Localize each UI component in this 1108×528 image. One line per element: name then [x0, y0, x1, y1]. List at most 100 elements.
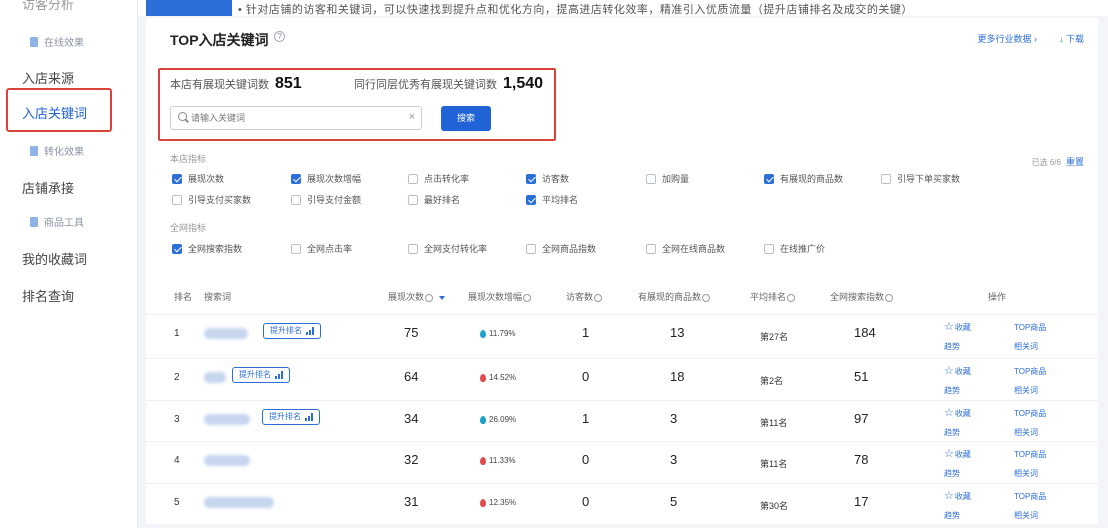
header-search-index[interactable]: 全网搜索指数 [830, 290, 894, 303]
metric-option[interactable]: 引导下单买家数 [881, 172, 960, 185]
star-icon: ☆ [944, 365, 954, 377]
search-button[interactable]: 搜索 [441, 106, 491, 131]
top-product-link[interactable]: TOP商品 [1014, 322, 1046, 333]
sidebar-item-entry-keywords[interactable]: 入店关键词 [6, 88, 112, 132]
boost-rank-tag[interactable]: 提升排名 [262, 409, 320, 425]
sidebar-item-rank-query[interactable]: 排名查询 [22, 286, 74, 305]
checkbox-icon[interactable] [291, 243, 301, 254]
search-index-cell: 184 [854, 325, 876, 340]
header-avg-rank[interactable]: 平均排名 [750, 290, 796, 303]
checkbox-checked-icon[interactable] [291, 173, 301, 184]
table-row: 5 31 12.35% 0 5 第30名 17 ☆收藏 TOP商品 趋势 相关词 [146, 483, 1098, 525]
metric-option[interactable]: 全网点击率 [291, 242, 352, 255]
help-icon [523, 293, 532, 302]
header-products[interactable]: 有展现的商品数 [638, 290, 711, 303]
checkbox-icon[interactable] [172, 194, 182, 205]
star-icon: ☆ [944, 321, 954, 333]
sidebar-item-store-handling[interactable]: 店铺承接 [22, 178, 74, 197]
checkbox-checked-icon[interactable] [764, 173, 774, 184]
trend-link[interactable]: 趋势 [944, 341, 960, 352]
checkbox-checked-icon[interactable] [172, 173, 182, 184]
trend-link[interactable]: 趋势 [944, 385, 960, 396]
products-cell: 3 [670, 411, 678, 426]
sidebar-sub-conversion[interactable]: 转化效果 [30, 143, 84, 158]
related-words-link[interactable]: 相关词 [1014, 341, 1038, 352]
checkbox-icon[interactable] [526, 243, 536, 254]
metric-option[interactable]: 引导支付买家数 [172, 193, 251, 206]
products-cell: 18 [670, 369, 685, 384]
checkbox-icon[interactable] [646, 173, 656, 184]
metric-option[interactable]: 点击转化率 [408, 172, 469, 185]
keyword-cell[interactable] [204, 455, 250, 466]
related-words-link[interactable]: 相关词 [1014, 510, 1038, 521]
metric-option[interactable]: 全网商品指数 [526, 242, 596, 255]
favorite-link[interactable]: ☆收藏 [944, 447, 971, 460]
favorite-link[interactable]: ☆收藏 [944, 320, 971, 333]
metric-option[interactable]: 展现次数 [172, 172, 224, 185]
metric-option[interactable]: 在线推广价 [764, 242, 825, 255]
clear-icon[interactable]: × [409, 111, 415, 123]
reset-button[interactable]: 重置 [1066, 157, 1084, 167]
help-icon [702, 293, 711, 302]
top-product-link[interactable]: TOP商品 [1014, 366, 1046, 377]
top-product-link[interactable]: TOP商品 [1014, 449, 1046, 460]
sidebar-sub-product-tools[interactable]: 商品工具 [30, 214, 84, 229]
checkbox-checked-icon[interactable] [526, 194, 536, 205]
sidebar-item-visitor-analysis[interactable]: 访客分析 [22, 0, 74, 13]
header-visitors[interactable]: 访客数 [566, 290, 603, 303]
search-index-cell: 17 [854, 494, 869, 509]
star-icon: ☆ [944, 490, 954, 502]
growth-cell: 26.09% [480, 415, 516, 424]
download-link[interactable]: ↓ 下载 [1059, 32, 1084, 45]
metric-option[interactable]: 引导支付金额 [291, 193, 361, 206]
boost-rank-tag[interactable]: 提升排名 [263, 323, 321, 339]
checkbox-icon[interactable] [764, 243, 774, 254]
metric-option[interactable]: 有展现的商品数 [764, 172, 843, 185]
related-words-link[interactable]: 相关词 [1014, 427, 1038, 438]
metric-option[interactable]: 全网支付转化率 [408, 242, 487, 255]
boost-rank-tag[interactable]: 提升排名 [232, 367, 290, 383]
trend-link[interactable]: 趋势 [944, 510, 960, 521]
keyword-cell[interactable] [204, 414, 250, 425]
keyword-cell[interactable] [204, 328, 248, 339]
bar-chart-icon [275, 371, 283, 379]
checkbox-icon[interactable] [408, 243, 418, 254]
search-icon [178, 112, 187, 121]
metric-option[interactable]: 全网在线商品数 [646, 242, 725, 255]
header-impressions[interactable]: 展现次数 [388, 290, 446, 303]
checkbox-icon[interactable] [408, 173, 418, 184]
header-growth[interactable]: 展现次数增幅 [468, 290, 532, 303]
metric-option[interactable]: 访客数 [526, 172, 569, 185]
favorite-link[interactable]: ☆收藏 [944, 364, 971, 377]
metric-option[interactable]: 展现次数增幅 [291, 172, 361, 185]
more-industry-data-link[interactable]: 更多行业数据 › [977, 32, 1037, 45]
checkbox-checked-icon[interactable] [526, 173, 536, 184]
trend-link[interactable]: 趋势 [944, 427, 960, 438]
sidebar-item-saved-keywords[interactable]: 我的收藏词 [22, 249, 87, 268]
search-input[interactable] [191, 110, 401, 126]
products-cell: 5 [670, 494, 678, 509]
related-words-link[interactable]: 相关词 [1014, 468, 1038, 479]
checkbox-icon[interactable] [291, 194, 301, 205]
metric-option[interactable]: 平均排名 [526, 193, 578, 206]
top-product-link[interactable]: TOP商品 [1014, 408, 1046, 419]
related-words-link[interactable]: 相关词 [1014, 385, 1038, 396]
sidebar-sub-online-effect[interactable]: 在线效果 [30, 34, 84, 49]
metric-option[interactable]: 加购量 [646, 172, 689, 185]
rank-cell: 2 [174, 372, 180, 383]
checkbox-checked-icon[interactable] [172, 243, 182, 254]
keyword-cell[interactable] [204, 372, 226, 383]
checkbox-icon[interactable] [646, 243, 656, 254]
keyword-cell[interactable] [204, 497, 274, 508]
sidebar-item-traffic-source[interactable]: 入店来源 [22, 68, 74, 87]
metric-option[interactable]: 全网搜索指数 [172, 242, 242, 255]
industry-keyword-count: 1,540 [503, 75, 544, 92]
favorite-link[interactable]: ☆收藏 [944, 489, 971, 502]
trend-link[interactable]: 趋势 [944, 468, 960, 479]
checkbox-icon[interactable] [881, 173, 891, 184]
metric-option[interactable]: 最好排名 [408, 193, 460, 206]
help-icon[interactable]: ? [274, 31, 285, 42]
checkbox-icon[interactable] [408, 194, 418, 205]
favorite-link[interactable]: ☆收藏 [944, 406, 971, 419]
top-product-link[interactable]: TOP商品 [1014, 491, 1046, 502]
